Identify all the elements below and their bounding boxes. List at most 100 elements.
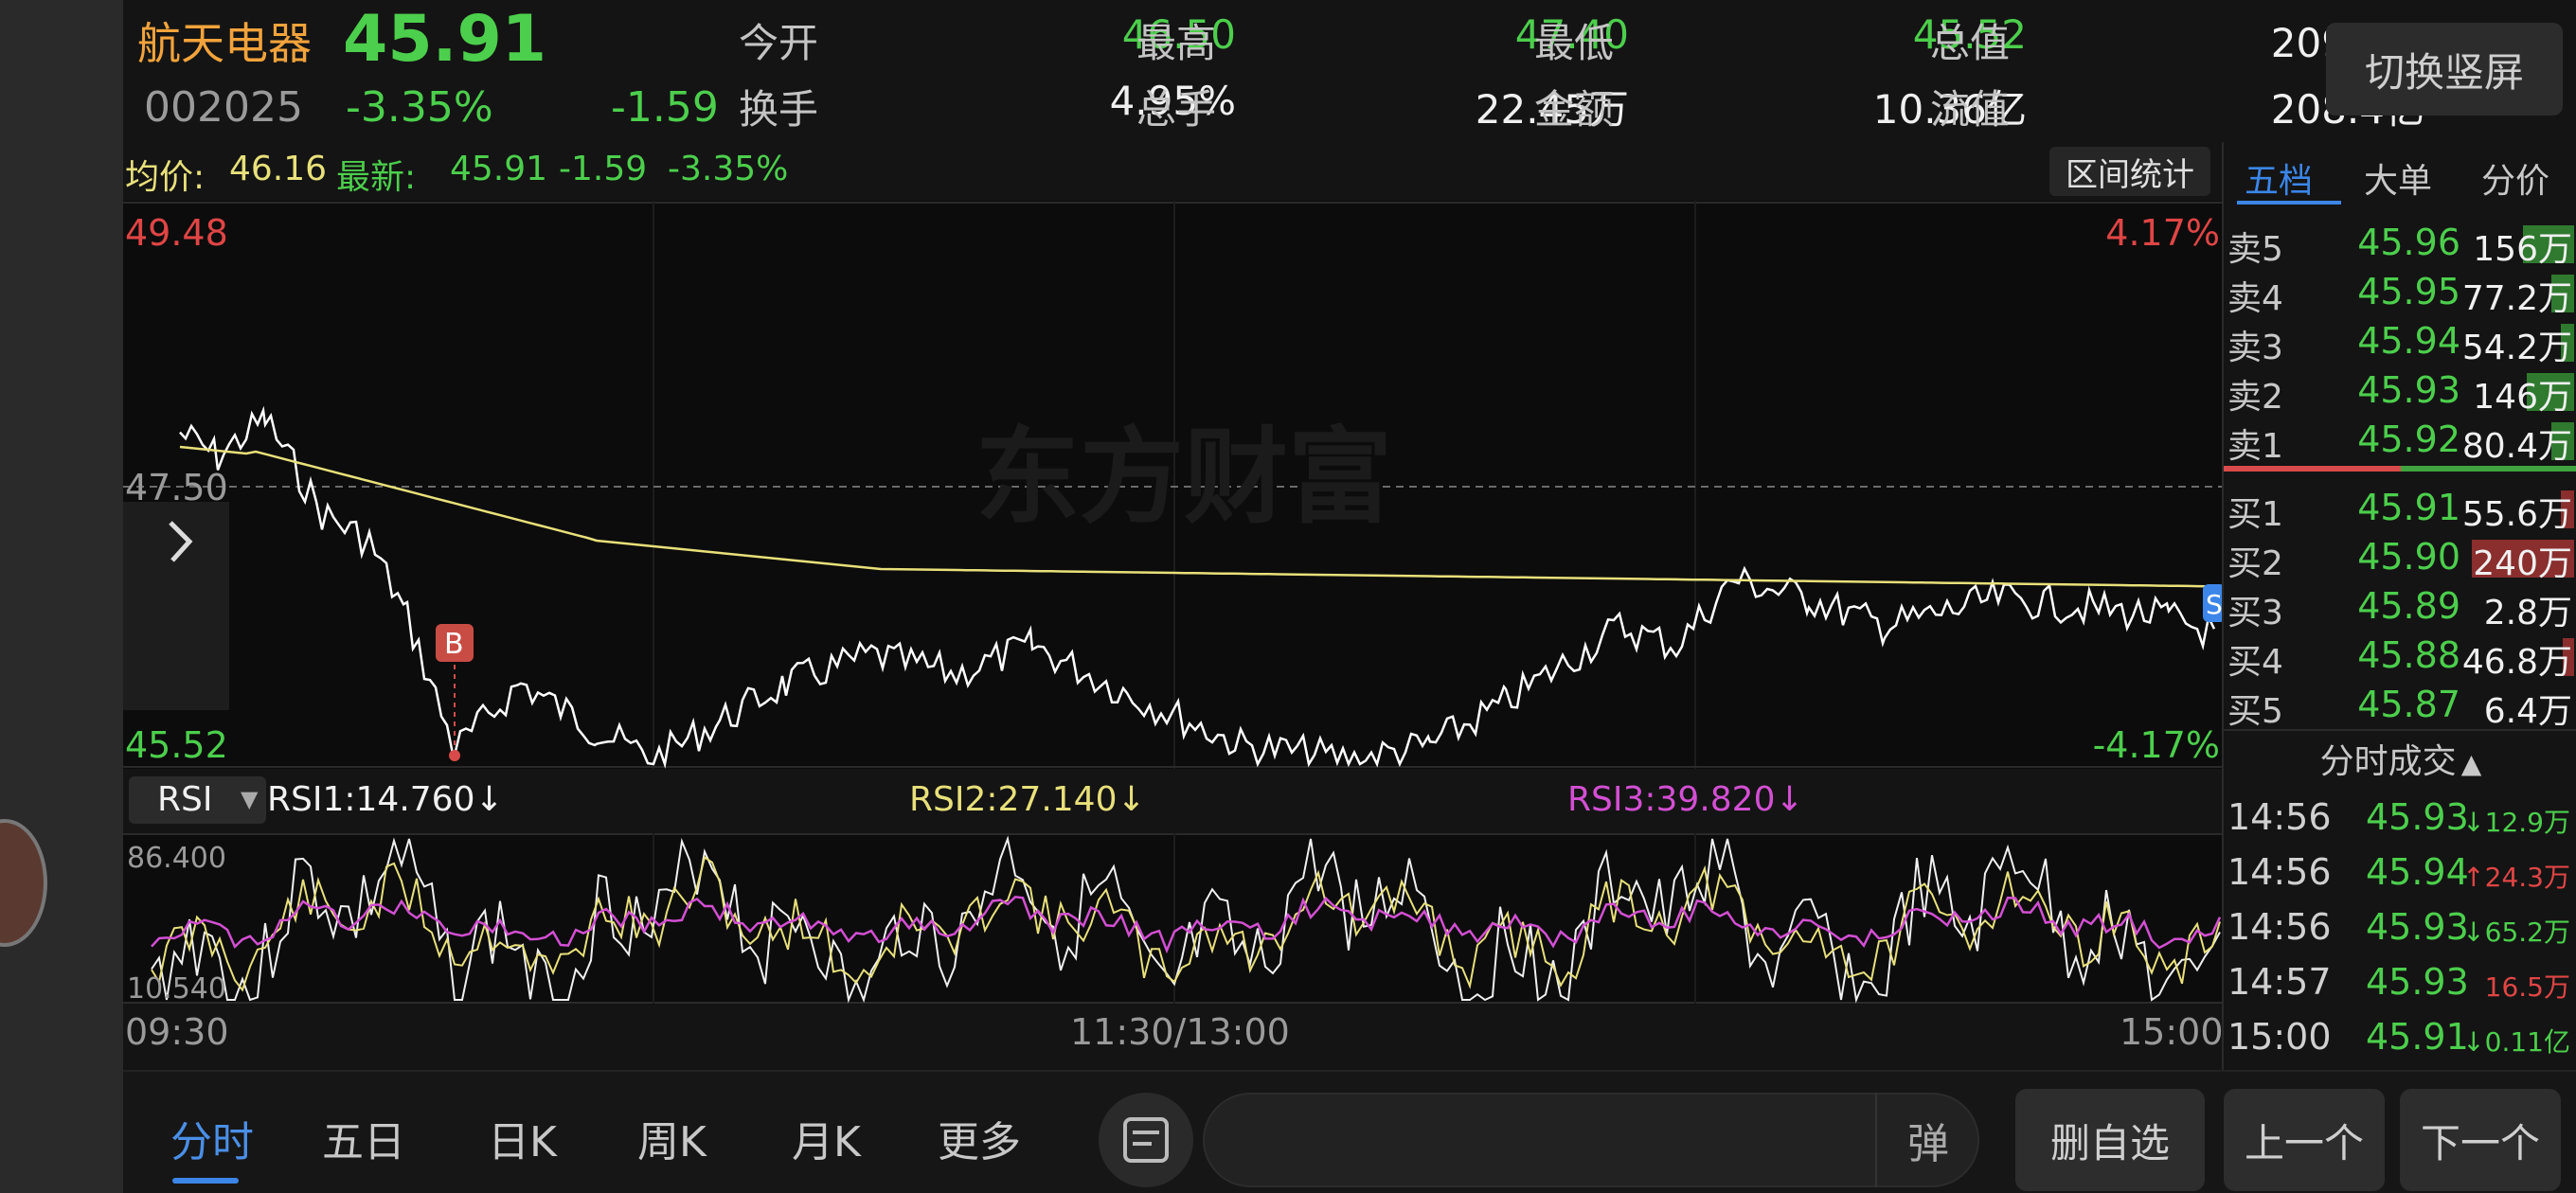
tab-intraday[interactable]: 分时 <box>170 1108 254 1168</box>
bid-label: 买1 <box>2227 495 2283 534</box>
bid-label: 买5 <box>2227 692 2283 731</box>
quote-label-volume: 总手 <box>1136 86 1217 133</box>
trade-volume-value: 16.5万 <box>2484 971 2570 1003</box>
ask-label: 卖2 <box>2227 378 2283 417</box>
ask-row[interactable]: 卖2 45.93 146万 <box>2224 365 2576 417</box>
notes-button[interactable] <box>1099 1093 1193 1187</box>
stock-code: 002025 <box>144 83 303 132</box>
ask-volume: 77.2万 <box>2461 279 2572 318</box>
ask-price: 45.92 <box>2357 418 2460 460</box>
trades-title: 分时成交 <box>2319 742 2457 781</box>
avg-value: 46.16 <box>229 150 328 188</box>
tab-five-day[interactable]: 五日 <box>322 1108 405 1168</box>
tab-daily-k[interactable]: 日K <box>488 1108 557 1168</box>
bid-price: 45.87 <box>2357 684 2460 725</box>
bid-ask-ratio-bar <box>2224 466 2576 472</box>
indicator-bar: RSI ▼ RSI1:14.760↓ RSI2:27.140↓ RSI3:39.… <box>123 769 2222 833</box>
previous-stock-button[interactable]: 上一个 <box>2224 1089 2385 1191</box>
stock-detail-landscape: 航天电器 002025 45.91 -3.35% -1.59 今开 46.50 … <box>123 0 2576 1193</box>
bid-volume: 6.4万 <box>2483 692 2572 731</box>
trade-price: 45.93 <box>2366 906 2469 948</box>
bid-row[interactable]: 买2 45.90 240万 <box>2224 532 2576 583</box>
range-statistics-button[interactable]: 区间统计 <box>2049 147 2210 196</box>
quote-label-low: 最低 <box>1534 20 1615 66</box>
bottom-toolbar: 分时 五日 日K 周K 月K 更多 弹 删自选 上一个 下一个 <box>123 1070 2576 1193</box>
change-percent: -3.35% <box>346 83 493 132</box>
tab-big-orders[interactable]: 大单 <box>2364 153 2432 203</box>
ask-row[interactable]: 卖1 45.92 80.4万 <box>2224 415 2576 466</box>
quote-label-amount: 金额 <box>1534 86 1615 133</box>
ask-label: 卖3 <box>2227 329 2283 367</box>
avg-label: 均价: <box>125 158 206 197</box>
bid-row[interactable]: 买5 45.87 6.4万 <box>2224 680 2576 731</box>
ask-volume: 146万 <box>2473 378 2572 417</box>
ask-price: 45.95 <box>2357 271 2460 312</box>
bid-price: 45.88 <box>2357 634 2460 676</box>
rsi-chart[interactable]: 86.400 10.540 <box>123 833 2222 1004</box>
trade-time: 14:56 <box>2227 851 2332 893</box>
quote-label-open: 今开 <box>739 20 819 66</box>
bid-volume: 2.8万 <box>2483 594 2572 632</box>
danmu-icon: 弹 <box>1907 1120 1949 1168</box>
average-price-bar: 均价: 46.16 最新: 45.91 -1.59 -3.35% <box>123 142 2222 201</box>
trade-row: 15:00 45.91 ↓0.11亿 <box>2224 1010 2576 1065</box>
ask-price: 45.94 <box>2357 320 2460 362</box>
remove-watchlist-button[interactable]: 删自选 <box>2015 1089 2205 1191</box>
switch-portrait-button[interactable]: 切换竖屏 <box>2326 23 2563 116</box>
indicator-select-value: RSI <box>157 780 213 819</box>
trade-volume: ↓65.2万 <box>2462 912 2570 950</box>
ask-row[interactable]: 卖5 45.96 156万 <box>2224 218 2576 269</box>
tab-five-levels[interactable]: 五档 <box>2245 153 2313 203</box>
ask-row[interactable]: 卖3 45.94 54.2万 <box>2224 316 2576 367</box>
bid-volume: 55.6万 <box>2461 495 2572 534</box>
y-axis-mid: 47.50 <box>125 467 228 508</box>
trade-row: 14:56 45.94 ↑24.3万 <box>2224 846 2576 900</box>
collapse-overlay[interactable] <box>123 502 229 710</box>
indicator-select[interactable]: RSI ▼ <box>129 776 266 824</box>
ask-volume: 80.4万 <box>2461 427 2572 466</box>
ask-volume: 54.2万 <box>2461 329 2572 367</box>
trades-header[interactable]: 分时成交 ▲ <box>2224 734 2576 787</box>
bid-row[interactable]: 买1 45.91 55.6万 <box>2224 483 2576 534</box>
next-stock-button[interactable]: 下一个 <box>2400 1089 2561 1191</box>
tab-monthly-k[interactable]: 月K <box>792 1108 861 1168</box>
trade-volume-value: 12.9万 <box>2484 807 2570 838</box>
rsi3-value: RSI3:39.820↓ <box>1567 780 1804 819</box>
trade-volume: 16.5万 <box>2485 967 2570 1005</box>
ask-label: 卖4 <box>2227 279 2283 318</box>
trade-volume-value: 24.3万 <box>2484 862 2570 893</box>
ask-volume: 156万 <box>2473 230 2572 269</box>
caret-up-icon: ▲ <box>2460 748 2482 779</box>
intraday-price-chart[interactable]: 东方财富 B S 49.48 47.50 45.52 4.17% -4.17% <box>123 201 2222 769</box>
last-price: 45.91 <box>343 2 547 77</box>
latest-percent: -3.35% <box>668 150 789 188</box>
rsi1-value: RSI1:14.760↓ <box>267 780 504 819</box>
tab-price-split[interactable]: 分价 <box>2481 153 2549 203</box>
watermark: 东方财富 <box>975 417 1392 538</box>
y-axis-low: 45.52 <box>125 724 228 766</box>
trade-volume: ↓12.9万 <box>2462 802 2570 840</box>
time-end: 15:00 <box>2120 1011 2224 1053</box>
quote-label-float-cap: 流值 <box>1930 86 2011 133</box>
quote-label-market-cap: 总值 <box>1930 20 2011 66</box>
rsi-axis-low: 10.540 <box>127 972 226 1004</box>
trade-price: 45.93 <box>2366 961 2469 1003</box>
comment-input[interactable] <box>1203 1093 1979 1187</box>
bid-row[interactable]: 买3 45.89 2.8万 <box>2224 581 2576 632</box>
trade-time: 15:00 <box>2227 1016 2332 1058</box>
tab-weekly-k[interactable]: 周K <box>637 1108 707 1168</box>
trade-direction-icon: ↓ <box>2462 917 2485 948</box>
side-drawer-strip <box>0 0 123 1193</box>
svg-text:B: B <box>444 628 464 661</box>
drawer-handle-icon[interactable] <box>0 819 47 947</box>
ask-row[interactable]: 卖4 45.95 77.2万 <box>2224 267 2576 318</box>
time-mid: 11:30/13:00 <box>1070 1011 1290 1053</box>
danmu-toggle-button[interactable]: 弹 <box>1875 1093 1979 1187</box>
trade-volume-value: 0.11亿 <box>2484 1026 2570 1058</box>
trade-row: 14:57 45.93 16.5万 <box>2224 955 2576 1010</box>
order-book-panel: 五档 大单 分价 卖5 45.96 156万 卖4 45.95 77.2万 卖3 45.94 5… <box>2222 142 2576 1070</box>
trade-direction-icon: ↑ <box>2462 862 2485 893</box>
bid-row[interactable]: 买4 45.88 46.8万 <box>2224 631 2576 682</box>
tab-more[interactable]: 更多 <box>938 1108 1021 1168</box>
bid-volume: 46.8万 <box>2461 643 2572 682</box>
